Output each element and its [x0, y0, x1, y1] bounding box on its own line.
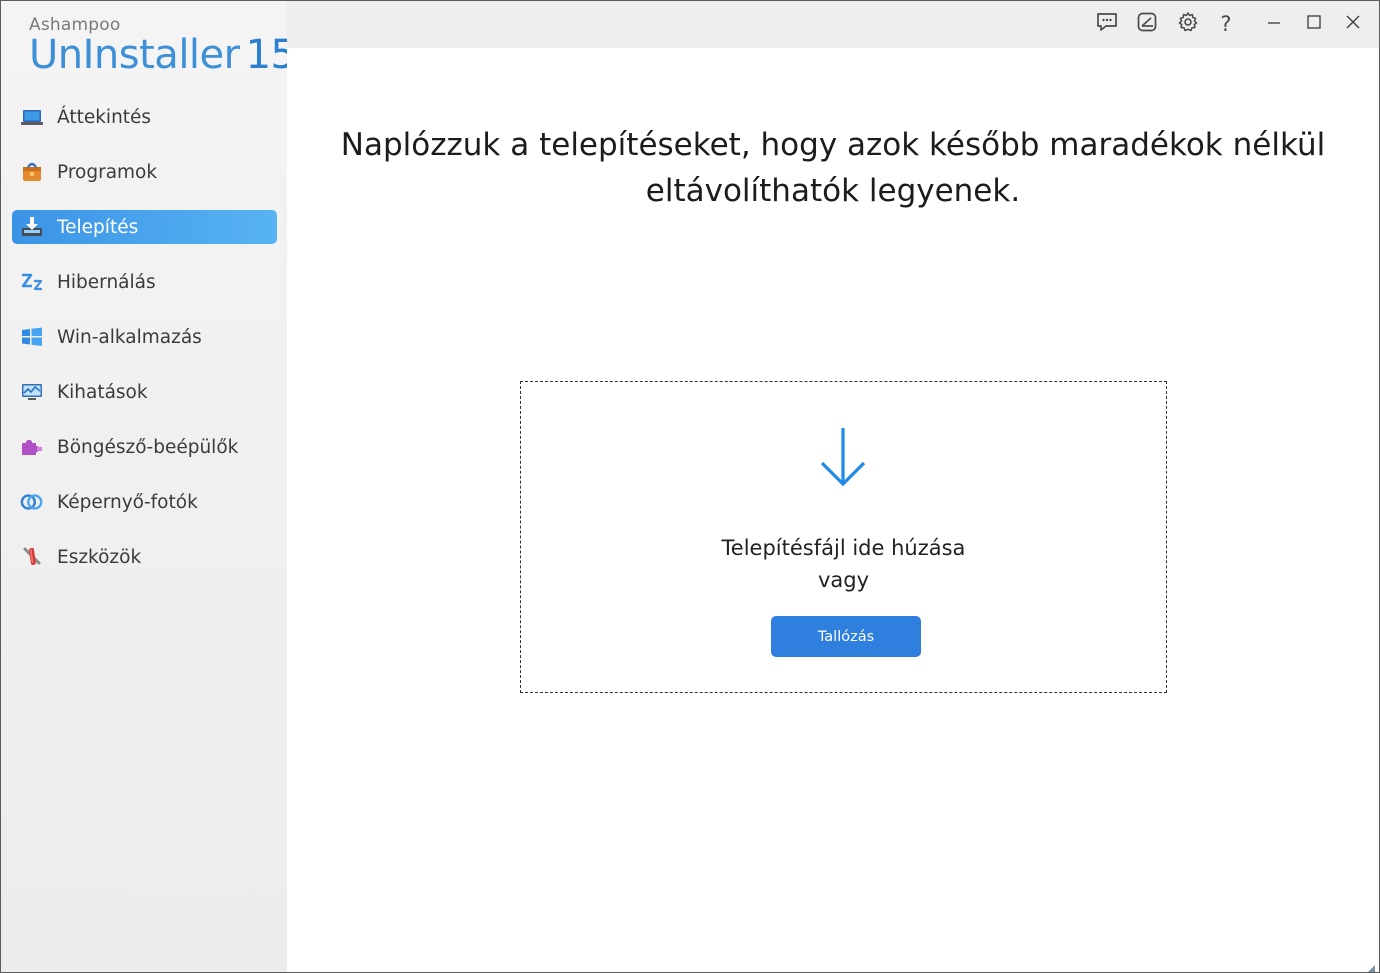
- sidebar-item-label: Áttekintés: [57, 106, 152, 128]
- help-button[interactable]: ?: [1212, 10, 1240, 38]
- sidebar-item-hibernalas[interactable]: Hibernálás: [12, 265, 277, 299]
- sidebar-item-win-alkalmazas[interactable]: Win-alkalmazás: [12, 320, 277, 354]
- sidebar-item-label: Böngésző-beépülők: [57, 436, 239, 458]
- sidebar-item-programok[interactable]: Programok: [12, 155, 277, 189]
- maximize-icon: [1306, 14, 1322, 34]
- package-icon: [20, 162, 44, 182]
- sleep-zz-icon: [20, 272, 44, 292]
- arrow-down-icon: [819, 426, 867, 490]
- help-icon: ?: [1220, 12, 1232, 36]
- minimize-icon: [1266, 14, 1282, 34]
- settings-icon: [1177, 11, 1199, 37]
- sidebar-item-eszkozok[interactable]: Eszközök: [12, 540, 277, 574]
- sidebar-item-label: Eszközök: [57, 546, 142, 568]
- puzzle-icon: [20, 437, 44, 457]
- app-logo: Ashampoo UnInstaller 15: [29, 15, 296, 77]
- drop-text-line2: vagy: [817, 568, 870, 592]
- sidebar-item-label: Win-alkalmazás: [57, 326, 202, 348]
- settings-button[interactable]: [1174, 10, 1202, 38]
- maximize-button[interactable]: [1300, 10, 1328, 38]
- sidebar-item-label: Képernyő-fotók: [57, 491, 198, 513]
- drop-text-line1: Telepítésfájl ide húzása: [721, 536, 966, 560]
- sidebar-item-attekintes[interactable]: Áttekintés: [12, 100, 277, 134]
- feedback-button[interactable]: [1093, 10, 1121, 38]
- sidebar-item-label: Kihatások: [57, 381, 148, 403]
- close-icon: [1345, 14, 1361, 34]
- resize-grip-icon[interactable]: [1366, 959, 1376, 972]
- main-content: Naplózzuk a telepítéseket, hogy azok kés…: [287, 48, 1379, 972]
- app-window: Ashampoo UnInstaller 15 Áttekintés Progr…: [0, 0, 1380, 973]
- drop-instructions: Telepítésfájl ide húzása vagy: [521, 532, 1166, 596]
- sidebar-item-label: Hibernálás: [57, 271, 156, 293]
- logo-product-name: UnInstaller: [29, 32, 240, 78]
- sidebar-item-telepites[interactable]: Telepítés: [12, 210, 277, 244]
- laptop-icon: [20, 107, 44, 127]
- windows-icon: [20, 327, 44, 347]
- sidebar: Ashampoo UnInstaller 15 Áttekintés Progr…: [1, 1, 296, 972]
- sidebar-item-label: Programok: [57, 161, 158, 183]
- page-headline: Naplózzuk a telepítéseket, hogy azok kés…: [340, 127, 1326, 209]
- sidebar-item-kepernyo-fotok[interactable]: Képernyő-fotók: [12, 485, 277, 519]
- minimize-button[interactable]: [1260, 10, 1288, 38]
- title-bar: ?: [287, 1, 1379, 48]
- close-button[interactable]: [1339, 10, 1367, 38]
- monitor-chart-icon: [20, 382, 44, 402]
- tools-icon: [20, 547, 44, 567]
- edit-icon: [1136, 11, 1158, 37]
- sidebar-item-kihatasok[interactable]: Kihatások: [12, 375, 277, 409]
- logo-product: UnInstaller 15: [29, 33, 296, 77]
- drop-zone[interactable]: Telepítésfájl ide húzása vagy Tallózás: [520, 381, 1167, 693]
- install-icon: [20, 217, 44, 237]
- rings-icon: [20, 492, 44, 512]
- sidebar-item-bongeszo-beepulok[interactable]: Böngésző-beépülők: [12, 430, 277, 464]
- feedback-icon: [1095, 11, 1119, 37]
- sidebar-item-label: Telepítés: [57, 216, 139, 238]
- edit-button[interactable]: [1133, 10, 1161, 38]
- browse-button[interactable]: Tallózás: [771, 616, 921, 657]
